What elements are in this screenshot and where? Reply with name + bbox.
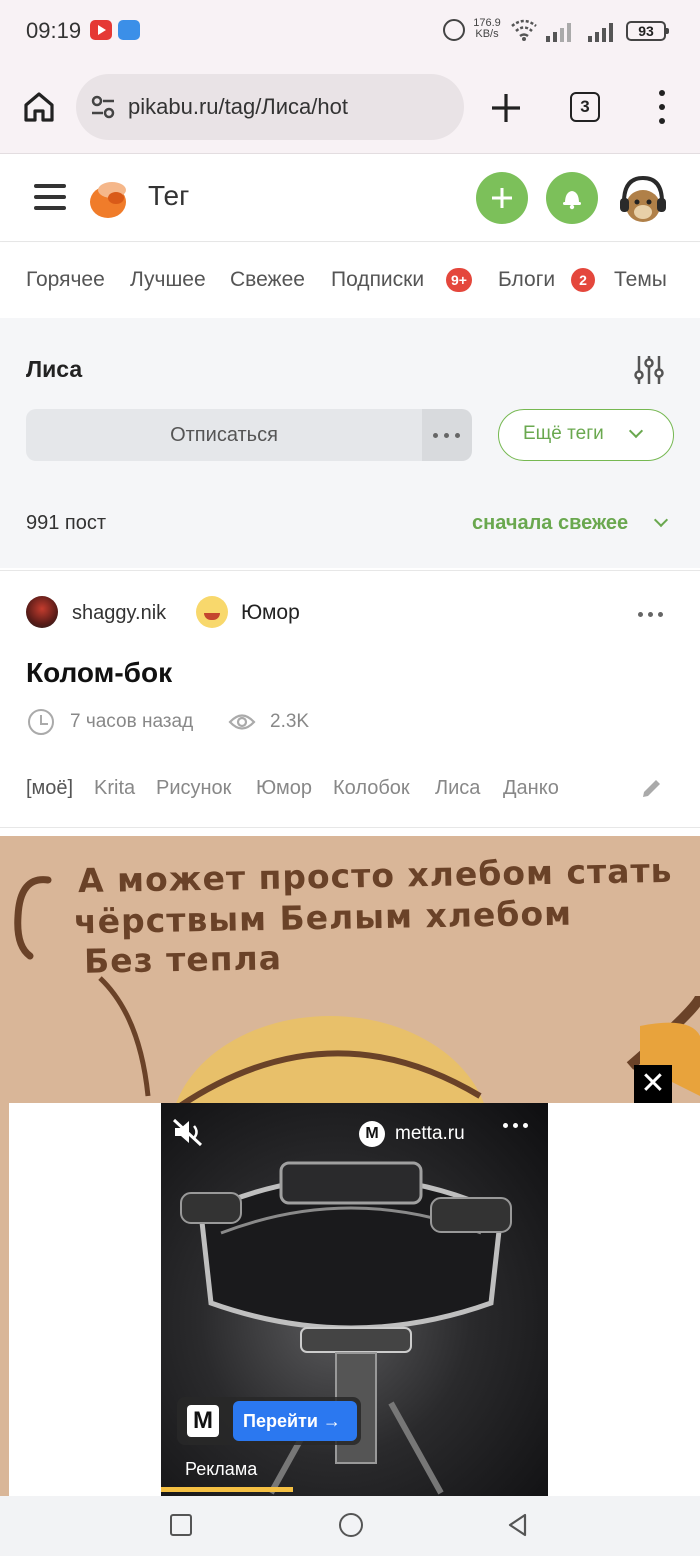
sort-label: сначала свежее	[472, 512, 629, 534]
browser-menu-icon[interactable]	[650, 90, 674, 124]
author-avatar[interactable]	[26, 596, 58, 628]
tab-switcher-button[interactable]: 3	[570, 92, 600, 122]
community-icon[interactable]	[196, 596, 228, 628]
filter-icon[interactable]	[634, 354, 664, 386]
url-text: pikabu.ru/tag/Лиса/hot	[128, 94, 348, 119]
plus-icon[interactable]	[486, 88, 526, 128]
add-post-button[interactable]	[476, 172, 528, 224]
tab-hot[interactable]: Горячее	[26, 268, 105, 292]
site-header: Тег	[0, 154, 700, 242]
ad-domain[interactable]: metta.ru	[395, 1123, 465, 1145]
youtube-notification-icon	[90, 20, 112, 40]
post-title[interactable]: Колом-бок	[26, 657, 172, 689]
network-speed-unit: KB/s	[475, 28, 499, 40]
post-tag[interactable]: Колобок	[333, 777, 410, 800]
tag-name: Лиса	[26, 356, 83, 382]
wifi-icon	[511, 19, 537, 41]
post-tag[interactable]: Krita	[94, 777, 135, 800]
post-time: 7 часов назад	[70, 711, 194, 732]
home-circle-icon[interactable]	[339, 1513, 363, 1537]
more-tags-label: Ещё теги	[523, 423, 604, 444]
post-tag[interactable]: Юмор	[256, 777, 312, 800]
subscriptions-badge: 9+	[446, 268, 472, 292]
blogs-badge: 2	[571, 268, 595, 292]
section-tabs: Горячее Лучшее Свежее Подписки 9+ Блоги …	[0, 243, 700, 318]
ad-progress-bar	[161, 1487, 293, 1492]
site-settings-icon[interactable]	[90, 95, 116, 119]
post-menu-icon[interactable]	[636, 608, 666, 622]
tab-blogs[interactable]: Блоги	[498, 268, 555, 292]
user-avatar[interactable]	[616, 172, 670, 226]
browser-toolbar: pikabu.ru/tag/Лиса/hot 3	[0, 62, 700, 154]
more-tags-button[interactable]: Ещё теги	[498, 409, 674, 461]
tab-topics[interactable]: Темы	[614, 268, 667, 292]
status-bar: 09:19 176.9 KB/s 93	[0, 0, 700, 62]
image-caption-line: Без тепла	[83, 938, 283, 981]
ad-video[interactable]: M metta.ru M Перейти → Реклама	[161, 1103, 548, 1496]
brand-logo-icon: M	[187, 1405, 219, 1437]
bell-icon	[563, 191, 581, 210]
unsubscribe-more-icon[interactable]	[422, 409, 472, 461]
address-bar[interactable]: pikabu.ru/tag/Лиса/hot	[76, 74, 464, 140]
signal-1-icon	[546, 20, 576, 42]
eye-icon	[228, 714, 256, 730]
author-name[interactable]: shaggy.nik	[72, 602, 166, 625]
home-icon[interactable]	[20, 88, 58, 126]
clock-icon	[28, 709, 54, 735]
notifications-button[interactable]	[546, 172, 598, 224]
ad-label: Реклама	[185, 1459, 258, 1479]
brand-logo-icon: M	[359, 1121, 385, 1147]
chevron-down-icon	[628, 423, 644, 439]
ad-close-button[interactable]: ✕	[634, 1065, 672, 1103]
page-title: Тег	[148, 180, 190, 211]
post-tag[interactable]: Рисунок	[156, 777, 231, 800]
ad-go-button[interactable]: Перейти →	[233, 1401, 357, 1441]
alarm-icon	[443, 19, 465, 41]
tab-fresh[interactable]: Свежее	[230, 268, 305, 292]
unsubscribe-button[interactable]: Отписаться	[26, 409, 422, 461]
ad-menu-icon[interactable]	[503, 1123, 531, 1131]
pikabu-logo[interactable]	[88, 176, 132, 220]
sort-dropdown[interactable]: сначала свежее	[472, 512, 669, 535]
cloud-notification-icon	[118, 20, 140, 40]
post-tag[interactable]: Лиса	[435, 777, 480, 800]
battery-indicator: 93	[626, 21, 669, 41]
post-tag[interactable]: Данко	[503, 777, 559, 800]
status-time: 09:19	[26, 18, 82, 43]
post-count: 991 пост	[26, 512, 107, 534]
pencil-icon[interactable]	[640, 776, 664, 800]
signal-2-icon	[588, 20, 618, 42]
plus-icon	[492, 188, 512, 208]
back-icon[interactable]	[506, 1512, 528, 1538]
recent-apps-icon[interactable]	[170, 1514, 192, 1536]
muted-speaker-icon[interactable]	[171, 1117, 207, 1147]
post-tag[interactable]: [моё]	[26, 777, 73, 800]
post-views: 2.3K	[270, 711, 310, 732]
menu-icon[interactable]	[34, 182, 66, 212]
network-speed: 176.9 KB/s	[470, 18, 504, 40]
community-name[interactable]: Юмор	[241, 601, 300, 625]
system-nav-bar	[0, 1496, 700, 1556]
tab-best[interactable]: Лучшее	[130, 268, 206, 292]
ad-cta-box: M Перейти →	[177, 1397, 361, 1445]
tab-subscriptions[interactable]: Подписки	[331, 268, 424, 292]
